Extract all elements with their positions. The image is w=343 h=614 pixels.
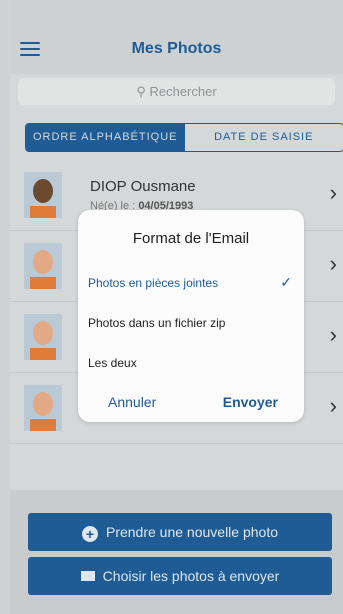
option-attachments[interactable]: Photos en pièces jointes <box>88 276 294 290</box>
search-icon: ⚲ <box>136 84 150 99</box>
avatar <box>24 314 62 360</box>
tab-alphabetical[interactable]: ORDRE ALPHABÉTIQUE <box>26 124 185 151</box>
app-frame: Mes Photos ⚲ Rechercher ORDRE ALPHABÉTIQ… <box>10 0 343 614</box>
send-button[interactable]: Envoyer <box>223 394 278 410</box>
cancel-button[interactable]: Annuler <box>108 394 156 410</box>
bottom-area <box>10 490 343 614</box>
avatar <box>24 172 62 218</box>
page-title: Mes Photos <box>131 40 222 57</box>
person-name: DIOP Ousmane <box>90 178 196 195</box>
search-placeholder: Rechercher <box>149 84 217 99</box>
mail-icon <box>80 571 95 581</box>
segmented-control: ORDRE ALPHABÉTIQUE DATE DE SAISIE <box>25 123 343 152</box>
header: Mes Photos <box>10 0 343 74</box>
dialog-title: Format de l'Email <box>132 230 250 247</box>
email-format-dialog: Format de l'Email Photos en pièces joint… <box>78 210 304 422</box>
take-photo-button[interactable]: + Prendre une nouvelle photo <box>28 513 332 551</box>
choose-photos-button[interactable]: Choisir les photos à envoyer <box>28 557 332 595</box>
chevron-right-icon: › <box>329 322 337 347</box>
plus-icon: + <box>81 526 98 542</box>
checkmark-icon: ✓ <box>280 274 292 290</box>
option-zip[interactable]: Photos dans un fichier zip <box>88 316 294 330</box>
avatar <box>24 243 62 289</box>
chevron-right-icon: › <box>329 180 337 205</box>
search-input[interactable]: ⚲ Rechercher <box>18 78 335 105</box>
option-both[interactable]: Les deux <box>88 356 294 370</box>
chevron-right-icon: › <box>329 251 337 276</box>
tab-date[interactable]: DATE DE SAISIE <box>184 124 343 151</box>
avatar <box>24 385 62 431</box>
chevron-right-icon: › <box>329 393 337 418</box>
